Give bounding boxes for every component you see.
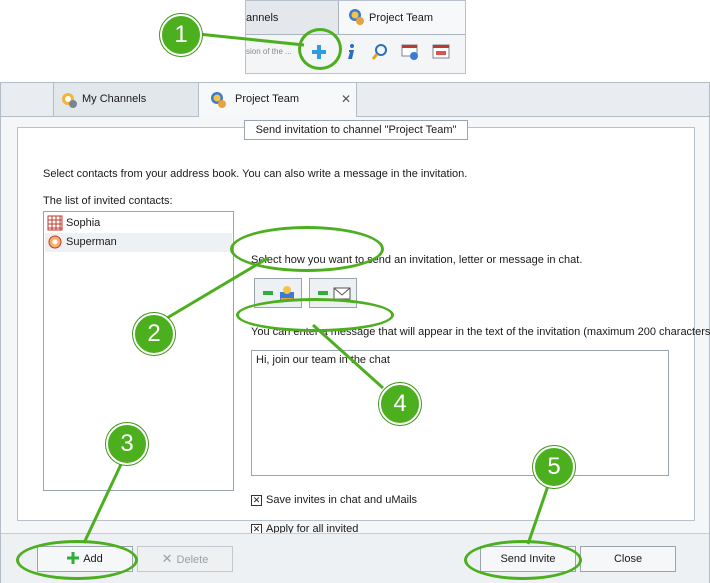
callout-ring-send-invite xyxy=(464,540,582,580)
callout-number-2: 2 xyxy=(133,313,175,355)
callout-number-4: 4 xyxy=(379,383,421,425)
callout-ring-add-icon xyxy=(298,28,342,70)
callout-number-5: 5 xyxy=(533,446,575,488)
annotation-leader-lines xyxy=(82,32,552,545)
callout-number-3: 3 xyxy=(106,423,148,465)
callout-ring-message xyxy=(236,298,394,332)
callout-ring-send-methods xyxy=(230,226,384,272)
callout-ring-add-button xyxy=(16,540,138,580)
callout-number-1: 1 xyxy=(160,14,202,56)
